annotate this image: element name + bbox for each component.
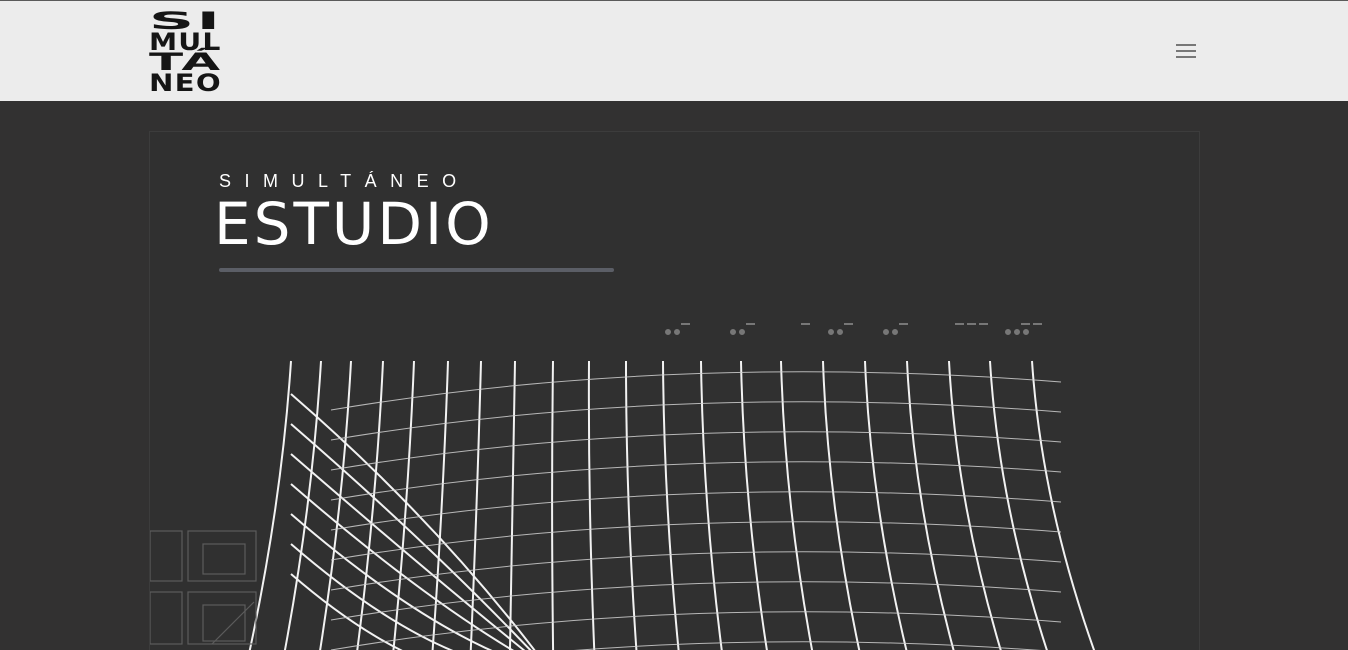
site-logo[interactable]: SI MUL TÁ NEO <box>149 9 222 97</box>
pattern-dot <box>730 329 736 335</box>
pattern-dot <box>892 329 898 335</box>
grid-curve-horizontal <box>330 551 1062 591</box>
corner-outline-rect <box>202 604 246 642</box>
menu-bar-3 <box>1176 56 1196 58</box>
pattern-dot <box>1005 329 1011 335</box>
menu-bar-1 <box>1176 44 1196 46</box>
grid-curve-horizontal <box>330 581 1062 621</box>
main-content: SIMULTÁNEO ESTUDIO <box>0 101 1348 650</box>
grid-curve-horizontal <box>330 461 1062 501</box>
hamburger-menu-icon[interactable] <box>1174 43 1198 61</box>
pattern-dot <box>1023 329 1029 335</box>
hero-overline: SIMULTÁNEO <box>219 171 470 191</box>
corner-outline-shapes <box>150 530 257 645</box>
grid-curve-vertical <box>822 360 861 650</box>
pattern-dot <box>665 329 671 335</box>
corner-outline-rect <box>150 530 183 582</box>
corner-outline-rect <box>202 543 246 575</box>
grid-curve-vertical <box>780 360 814 650</box>
pattern-dot <box>837 329 843 335</box>
grid-curve-vertical <box>1031 360 1096 650</box>
grid-curve-vertical <box>989 360 1048 650</box>
menu-bar-2 <box>1176 50 1196 52</box>
hero-title-underline <box>219 268 614 272</box>
curved-grid-lines <box>248 360 1096 650</box>
site-header: SI MUL TÁ NEO <box>0 0 1348 101</box>
corner-outline-rect <box>187 591 257 645</box>
grid-curve-vertical <box>248 360 292 650</box>
logo-line-4: NEO <box>149 69 222 97</box>
grid-curve-vertical <box>740 360 768 650</box>
grid-curve-vertical <box>587 360 596 650</box>
hero-banner: SIMULTÁNEO ESTUDIO <box>149 131 1200 650</box>
grid-curve-horizontal <box>330 431 1062 471</box>
grid-curve-vertical <box>625 360 638 650</box>
dashed-pattern-row <box>665 323 1042 335</box>
grid-curve-vertical <box>551 360 555 650</box>
pattern-dot <box>828 329 834 335</box>
pattern-dot <box>674 329 680 335</box>
hero-title: ESTUDIO <box>214 190 494 258</box>
pattern-dot <box>883 329 889 335</box>
grid-curve-vertical <box>948 360 1002 650</box>
grid-curve-vertical <box>319 360 352 650</box>
grid-curve-vertical <box>864 360 908 650</box>
pattern-dot <box>1014 329 1020 335</box>
pattern-dot <box>739 329 745 335</box>
corner-outline-diagonal <box>211 601 255 645</box>
grid-curve-vertical <box>700 360 723 650</box>
corner-outline-rect <box>150 591 183 645</box>
